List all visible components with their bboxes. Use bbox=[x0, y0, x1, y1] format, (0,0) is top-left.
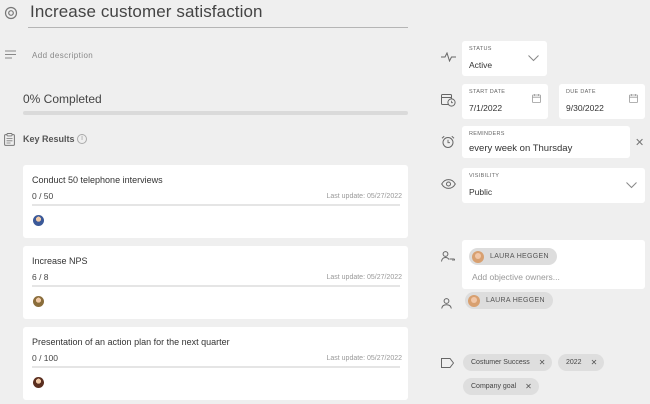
owners-field[interactable]: LAURA HEGGEN Add objective owners... bbox=[462, 240, 645, 289]
status-value: Active bbox=[469, 60, 493, 70]
target-icon bbox=[4, 6, 18, 20]
clipboard-icon bbox=[4, 133, 15, 146]
status-label: STATUS bbox=[469, 46, 492, 52]
calendar-icon[interactable] bbox=[629, 94, 638, 103]
eye-icon bbox=[441, 179, 456, 189]
key-result-name: Increase NPS bbox=[32, 256, 88, 266]
assignee-name: LAURA HEGGEN bbox=[486, 297, 545, 304]
start-date-label: START DATE bbox=[469, 89, 506, 95]
user-icon bbox=[441, 298, 452, 309]
due-date-label: DUE DATE bbox=[566, 89, 596, 95]
key-result-name: Presentation of an action plan for the n… bbox=[32, 337, 230, 347]
key-result-card[interactable]: Increase NPS 6 / 8 Last update: 05/27/20… bbox=[23, 246, 408, 319]
tag-chip[interactable]: 2022 ✕ bbox=[558, 354, 605, 371]
tag-label: Company goal bbox=[471, 383, 517, 390]
due-date-value: 9/30/2022 bbox=[566, 103, 604, 113]
add-description-field[interactable]: Add description bbox=[32, 51, 93, 60]
tag-label: 2022 bbox=[566, 359, 582, 366]
add-owners-input[interactable]: Add objective owners... bbox=[472, 272, 560, 282]
avatar[interactable] bbox=[33, 215, 44, 226]
visibility-value: Public bbox=[469, 187, 493, 197]
reminders-label: REMINDERS bbox=[469, 131, 505, 137]
remove-tag-icon[interactable]: ✕ bbox=[591, 358, 598, 367]
avatar bbox=[472, 250, 484, 263]
start-date-value: 7/1/2022 bbox=[469, 103, 503, 113]
tag-label: Costumer Success bbox=[471, 359, 530, 366]
key-result-progress: 0 / 50 bbox=[32, 191, 54, 201]
reminders-value: every week on Thursday bbox=[469, 143, 573, 154]
due-date-field[interactable]: DUE DATE 9/30/2022 bbox=[559, 84, 645, 119]
chevron-down-icon bbox=[528, 55, 539, 62]
key-results-title: Key Results bbox=[23, 134, 75, 144]
avatar[interactable] bbox=[33, 296, 44, 307]
key-result-progress: 6 / 8 bbox=[32, 272, 49, 282]
last-update: Last update: 05/27/2022 bbox=[326, 274, 402, 281]
start-date-field[interactable]: START DATE 7/1/2022 bbox=[462, 84, 548, 119]
reminders-field[interactable]: REMINDERS every week on Thursday bbox=[462, 126, 630, 158]
tag-chip[interactable]: Costumer Success ✕ bbox=[463, 354, 553, 371]
key-result-progress-bar bbox=[32, 366, 400, 368]
progress-bar bbox=[23, 111, 408, 115]
progress-label: 0% Completed bbox=[23, 92, 102, 106]
assignee-chip[interactable]: LAURA HEGGEN bbox=[465, 292, 553, 309]
clear-reminder-button[interactable]: ✕ bbox=[635, 136, 644, 149]
calendar-clock-icon bbox=[441, 93, 456, 107]
key-result-progress-bar bbox=[32, 285, 400, 287]
owner-name: LAURA HEGGEN bbox=[490, 253, 549, 260]
key-result-card[interactable]: Conduct 50 telephone interviews 0 / 50 L… bbox=[23, 165, 408, 238]
description-icon bbox=[5, 50, 17, 59]
remove-tag-icon[interactable]: ✕ bbox=[539, 358, 546, 367]
tag-icon bbox=[441, 358, 454, 368]
visibility-select[interactable]: VISIBILITY Public bbox=[462, 168, 645, 203]
status-select[interactable]: STATUS Active bbox=[462, 41, 547, 76]
alarm-clock-icon bbox=[441, 135, 455, 149]
visibility-label: VISIBILITY bbox=[469, 173, 500, 179]
tag-chip[interactable]: Company goal ✕ bbox=[463, 378, 539, 395]
key-result-progress-bar bbox=[32, 204, 400, 206]
calendar-icon[interactable] bbox=[532, 94, 541, 103]
objective-title[interactable]: Increase customer satisfaction bbox=[30, 2, 263, 22]
title-underline bbox=[28, 27, 408, 28]
last-update: Last update: 05/27/2022 bbox=[326, 193, 402, 200]
owner-chip[interactable]: LAURA HEGGEN bbox=[469, 248, 557, 265]
last-update: Last update: 05/27/2022 bbox=[326, 355, 402, 362]
avatar[interactable] bbox=[33, 377, 44, 388]
user-key-icon bbox=[441, 251, 456, 262]
info-icon[interactable]: i bbox=[77, 134, 87, 144]
key-result-progress: 0 / 100 bbox=[32, 353, 58, 363]
key-result-name: Conduct 50 telephone interviews bbox=[32, 175, 163, 185]
remove-tag-icon[interactable]: ✕ bbox=[525, 382, 532, 391]
pulse-icon bbox=[441, 52, 456, 62]
key-result-card[interactable]: Presentation of an action plan for the n… bbox=[23, 327, 408, 400]
chevron-down-icon bbox=[626, 182, 637, 189]
avatar bbox=[468, 294, 480, 307]
